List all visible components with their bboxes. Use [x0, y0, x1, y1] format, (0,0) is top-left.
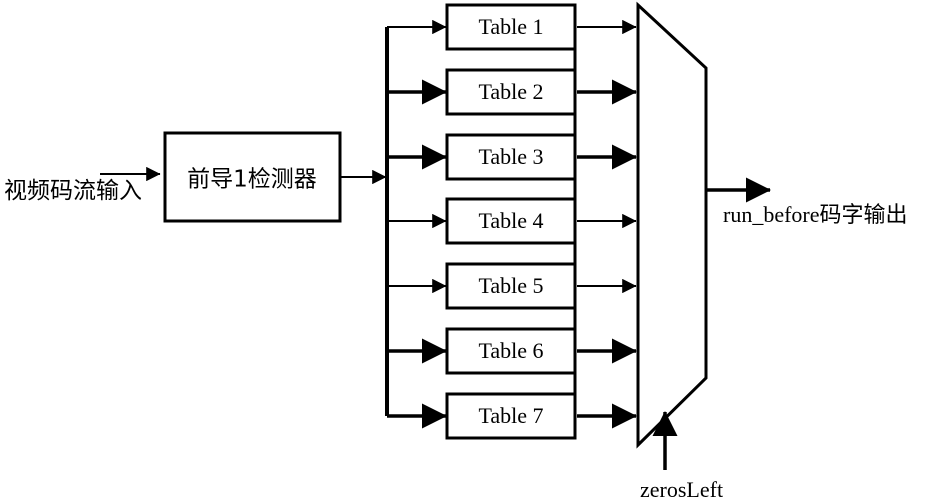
- table-1-label: Table 1: [478, 14, 543, 39]
- table-4-label: Table 4: [478, 208, 543, 233]
- table-2-label: Table 2: [478, 79, 543, 104]
- table-7-label: Table 7: [478, 403, 543, 428]
- block-diagram: 视频码流输入 前导1检测器 Table 1 Table 2 Table 3 Ta…: [4, 1, 908, 502]
- multiplexer[interactable]: [636, 1, 708, 449]
- zeros-left-label: zerosLeft: [640, 477, 723, 502]
- table-6-label: Table 6: [478, 338, 543, 363]
- table-input-wires: [387, 19, 448, 429]
- table-output-wires: [577, 19, 638, 429]
- input-label: 视频码流输入: [4, 178, 142, 204]
- table-3-label: Table 3: [478, 144, 543, 169]
- multiplexer-shape: [636, 1, 708, 449]
- diagram-canvas: 视频码流输入 前导1检测器 Table 1 Table 2 Table 3 Ta…: [0, 0, 928, 504]
- table-5-label: Table 5: [478, 273, 543, 298]
- detector-label: 前导1检测器: [187, 167, 317, 193]
- output-label: run_before码字输出: [723, 202, 908, 227]
